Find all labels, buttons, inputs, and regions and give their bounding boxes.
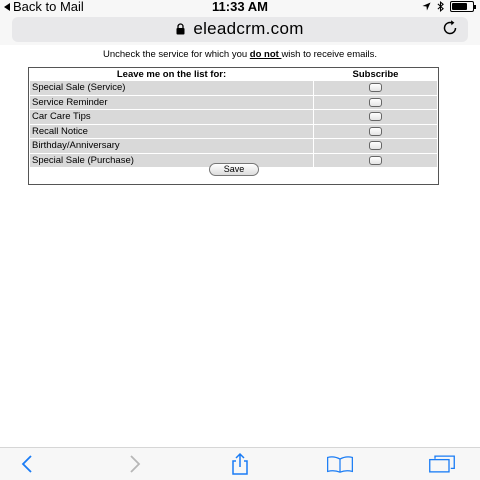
- subscribe-cell: [314, 110, 437, 124]
- status-indicators: [422, 1, 476, 12]
- subscribe-checkbox[interactable]: [369, 141, 382, 151]
- browser-toolbar: [0, 447, 480, 480]
- table-row: Birthday/Anniversary: [30, 139, 437, 153]
- reload-icon[interactable]: [440, 18, 460, 38]
- share-button[interactable]: [226, 452, 254, 476]
- subscribe-cell: [314, 124, 437, 138]
- table-row: Recall Notice: [30, 124, 437, 138]
- bluetooth-icon: [437, 1, 444, 12]
- service-label: Birthday/Anniversary: [30, 139, 313, 153]
- web-page-content: Uncheck the service for which you do not…: [0, 45, 480, 447]
- service-label: Service Reminder: [30, 95, 313, 109]
- table-row: Special Sale (Service): [30, 81, 437, 95]
- location-arrow-icon: [422, 2, 431, 11]
- browser-address-area: eleadcrm.com: [0, 15, 480, 45]
- instruction-text-start: Uncheck the service for which you: [102, 49, 250, 60]
- subscribe-checkbox[interactable]: [369, 97, 382, 107]
- url-display[interactable]: eleadcrm.com: [12, 19, 468, 39]
- forward-button[interactable]: [121, 452, 149, 476]
- service-label: Car Care Tips: [30, 110, 313, 124]
- subscribe-cell: [314, 81, 437, 95]
- column-header-list: Leave me on the list for:: [30, 69, 313, 80]
- back-to-app-label: Back to Mail: [13, 0, 84, 14]
- table-header-row: Leave me on the list for: Subscribe: [30, 69, 437, 80]
- subscribe-checkbox[interactable]: [369, 83, 382, 93]
- lock-icon: [176, 23, 185, 35]
- url-text: eleadcrm.com: [193, 19, 304, 38]
- back-to-app-link[interactable]: Back to Mail: [4, 0, 84, 14]
- address-bar[interactable]: eleadcrm.com: [12, 17, 468, 42]
- subscribe-checkbox[interactable]: [369, 126, 382, 136]
- subscribe-cell: [314, 153, 437, 167]
- subscription-form: Leave me on the list for: Subscribe Spec…: [28, 67, 439, 185]
- service-label: Special Sale (Service): [30, 81, 313, 95]
- subscribe-cell: [314, 95, 437, 109]
- table-row: Service Reminder: [30, 95, 437, 109]
- subscribe-checkbox[interactable]: [369, 112, 382, 122]
- column-header-subscribe: Subscribe: [314, 69, 437, 80]
- bookmarks-button[interactable]: [326, 452, 354, 476]
- instruction-emphasis: do not: [249, 49, 282, 60]
- subscribe-cell: [314, 139, 437, 153]
- save-button[interactable]: Save: [209, 163, 259, 176]
- service-label: Special Sale (Purchase): [30, 153, 313, 167]
- tabs-icon: [429, 455, 455, 473]
- share-icon: [232, 452, 248, 475]
- back-button[interactable]: [13, 452, 41, 476]
- table-row: Car Care Tips: [30, 110, 437, 124]
- bookmarks-icon: [327, 456, 353, 473]
- tabs-button[interactable]: [428, 452, 456, 476]
- battery-icon: [450, 1, 476, 12]
- instruction-text: Uncheck the service for which you do not…: [0, 49, 480, 60]
- status-bar: Back to Mail 11:33 AM: [0, 0, 480, 15]
- instruction-text-end: wish to receive emails.: [281, 49, 377, 60]
- subscribe-checkbox[interactable]: [369, 155, 382, 165]
- back-icon: [21, 455, 32, 473]
- subscription-table: Leave me on the list for: Subscribe Spec…: [29, 68, 438, 168]
- forward-icon: [130, 455, 141, 473]
- service-label: Recall Notice: [30, 124, 313, 138]
- back-triangle-icon: [4, 2, 10, 11]
